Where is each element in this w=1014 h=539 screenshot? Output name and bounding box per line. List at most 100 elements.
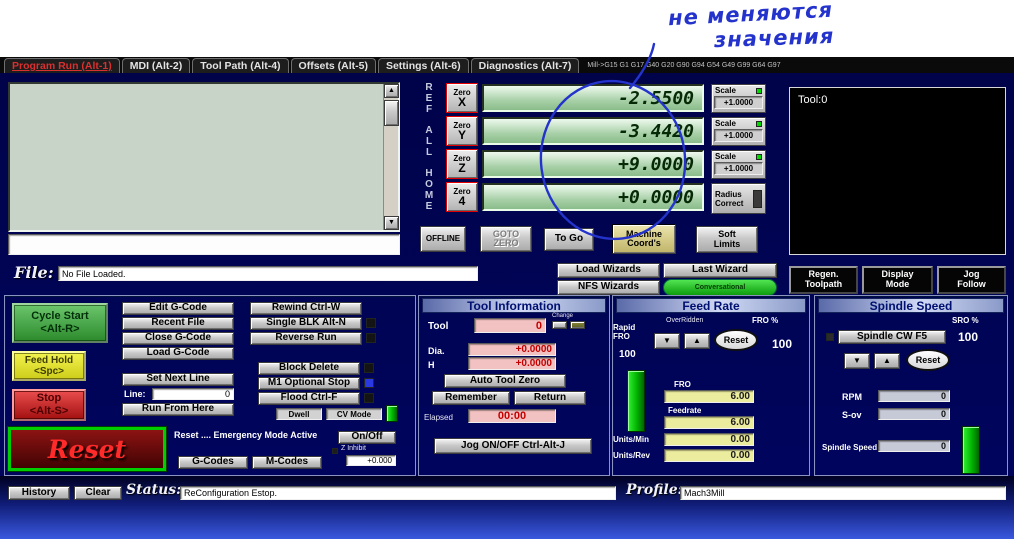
soft-limits-button[interactable]: Soft Limits bbox=[696, 226, 758, 253]
tool-h-field[interactable]: +0.0000 bbox=[468, 357, 556, 370]
scrollbar-thumb[interactable] bbox=[384, 100, 399, 126]
tool-number-field[interactable]: 0 bbox=[474, 318, 546, 333]
toolpath-display[interactable]: Tool:0 bbox=[789, 87, 1006, 255]
z-inhibit-value-field[interactable]: +0.000 bbox=[346, 455, 396, 466]
line-number-field[interactable]: 0 bbox=[152, 388, 234, 400]
dro-y-axis[interactable]: -3.4420 bbox=[482, 117, 704, 145]
run-from-here-button[interactable]: Run From Here bbox=[122, 403, 234, 416]
dro-4-axis[interactable]: +0.0000 bbox=[482, 183, 704, 211]
gcode-current-line-strip bbox=[8, 234, 400, 255]
scale-x-value[interactable]: +1.0000 bbox=[714, 96, 763, 109]
scroll-down-button[interactable]: ▼ bbox=[384, 216, 399, 230]
tool-dia-field[interactable]: +0.0000 bbox=[468, 343, 556, 356]
sro-increase-button[interactable]: ▲ bbox=[874, 353, 900, 369]
load-gcode-button[interactable]: Load G-Code bbox=[122, 347, 234, 360]
machine-coords-button[interactable]: Machine Coord's bbox=[612, 224, 676, 254]
scale-z-label: Scale bbox=[715, 152, 736, 161]
jog-on-off-button[interactable]: Jog ON/OFF Ctrl-Alt-J bbox=[434, 438, 592, 454]
zero-x-axis-letter: X bbox=[457, 95, 466, 109]
rpm-label: RPM bbox=[842, 392, 862, 402]
scroll-up-button[interactable]: ▲ bbox=[384, 84, 399, 98]
scale-z-box[interactable]: Scale +1.0000 bbox=[711, 150, 766, 179]
feed-hold-button[interactable]: Feed Hold <Spc> bbox=[12, 351, 86, 381]
radius-correct-led-icon bbox=[753, 189, 762, 208]
gcode-modes-readout: Mill->G15 G1 G17 G40 G20 G90 G94 G54 G49… bbox=[587, 62, 781, 69]
scale-y-value[interactable]: +1.0000 bbox=[714, 129, 763, 142]
zero-y-button[interactable]: Zero Y bbox=[446, 116, 478, 146]
flood-button[interactable]: Flood Ctrl-F bbox=[258, 392, 360, 405]
spindle-speed-field[interactable]: 0 bbox=[878, 440, 950, 452]
file-name-field: No File Loaded. bbox=[58, 266, 478, 281]
on-off-button[interactable]: On/Off bbox=[338, 431, 396, 444]
tab-mdi[interactable]: MDI (Alt-2) bbox=[121, 58, 191, 73]
overridden-label: OverRidden bbox=[666, 317, 704, 324]
tab-diagnostics[interactable]: Diagnostics (Alt-7) bbox=[470, 58, 580, 73]
fro-value-field[interactable]: 6.00 bbox=[664, 390, 754, 403]
history-button[interactable]: History bbox=[8, 486, 70, 500]
close-gcode-button[interactable]: Close G-Code bbox=[122, 332, 234, 345]
m1-optional-stop-button[interactable]: M1 Optional Stop bbox=[258, 377, 360, 390]
tool-change-down-button[interactable] bbox=[570, 321, 585, 329]
display-mode-button[interactable]: Display Mode bbox=[862, 266, 933, 294]
to-go-button[interactable]: To Go bbox=[544, 228, 594, 251]
tab-program-run[interactable]: Program Run (Alt-1) bbox=[4, 58, 120, 73]
fro-slider[interactable] bbox=[627, 370, 645, 432]
ref-all-home-button[interactable]: R E F A L L H O M E bbox=[421, 82, 437, 213]
sro-slider[interactable] bbox=[962, 426, 980, 474]
stop-button[interactable]: Stop <Alt-S> bbox=[12, 389, 86, 421]
tool-label: Tool bbox=[428, 321, 449, 332]
tool-h-label: H bbox=[428, 360, 435, 370]
scale-y-box[interactable]: Scale +1.0000 bbox=[711, 117, 766, 146]
reset-button[interactable]: Reset bbox=[7, 426, 167, 472]
feedrate-value-field[interactable]: 6.00 bbox=[664, 416, 754, 429]
zero-z-button[interactable]: Zero Z bbox=[446, 149, 478, 179]
rewind-button[interactable]: Rewind Ctrl-W bbox=[250, 302, 362, 315]
fro-reset-button[interactable]: Reset bbox=[714, 329, 758, 351]
last-wizard-button[interactable]: Last Wizard bbox=[663, 263, 777, 278]
tab-tool-path[interactable]: Tool Path (Alt-4) bbox=[192, 58, 289, 73]
clear-button[interactable]: Clear bbox=[74, 486, 122, 500]
radius-correct-button[interactable]: Radius Correct bbox=[711, 183, 766, 214]
auto-tool-zero-button[interactable]: Auto Tool Zero bbox=[444, 374, 566, 388]
gcode-list[interactable]: ▲ ▼ bbox=[8, 82, 400, 232]
gcode-scrollbar[interactable]: ▲ ▼ bbox=[383, 84, 399, 230]
goto-zero-button[interactable]: GOTO ZERO bbox=[480, 226, 532, 252]
set-next-line-button[interactable]: Set Next Line bbox=[122, 373, 234, 386]
sro-decrease-button[interactable]: ▼ bbox=[844, 353, 870, 369]
sro-reset-button[interactable]: Reset bbox=[906, 349, 950, 371]
tool-change-up-button[interactable] bbox=[552, 321, 567, 329]
scale-z-value[interactable]: +1.0000 bbox=[714, 162, 763, 175]
spindle-speed-label: Spindle Speed bbox=[822, 443, 878, 452]
m-codes-button[interactable]: M-Codes bbox=[252, 456, 322, 469]
scale-x-box[interactable]: Scale +1.0000 bbox=[711, 84, 766, 113]
units-min-label: Units/Min bbox=[613, 435, 649, 444]
edit-gcode-button[interactable]: Edit G-Code bbox=[122, 302, 234, 315]
offline-button[interactable]: OFFLINE bbox=[420, 226, 466, 252]
conversational-button[interactable]: Conversational bbox=[663, 279, 777, 296]
regen-toolpath-button[interactable]: Regen. Toolpath bbox=[789, 266, 858, 294]
zero-x-button[interactable]: Zero X bbox=[446, 83, 478, 113]
fro-increase-button[interactable]: ▲ bbox=[684, 333, 710, 349]
g-codes-button[interactable]: G-Codes bbox=[178, 456, 248, 469]
dwell-indicator: Dwell bbox=[276, 408, 322, 420]
dro-z-axis[interactable]: +9.0000 bbox=[482, 150, 704, 178]
cycle-start-button[interactable]: Cycle Start <Alt-R> bbox=[12, 303, 108, 343]
zero-4-button[interactable]: Zero 4 bbox=[446, 182, 478, 212]
single-blk-button[interactable]: Single BLK Alt-N bbox=[250, 317, 362, 330]
fro-decrease-button[interactable]: ▼ bbox=[654, 333, 680, 349]
tab-offsets[interactable]: Offsets (Alt-5) bbox=[290, 58, 376, 73]
reverse-run-button[interactable]: Reverse Run bbox=[250, 332, 362, 345]
sov-field[interactable]: 0 bbox=[878, 408, 950, 420]
dro-x-axis[interactable]: -2.5500 bbox=[482, 84, 704, 112]
spindle-cw-button[interactable]: Spindle CW F5 bbox=[838, 330, 946, 344]
return-button[interactable]: Return bbox=[514, 391, 586, 405]
nfs-wizards-button[interactable]: NFS Wizards bbox=[557, 280, 660, 295]
tab-settings[interactable]: Settings (Alt-6) bbox=[377, 58, 469, 73]
remember-button[interactable]: Remember bbox=[432, 391, 510, 405]
block-delete-button[interactable]: Block Delete bbox=[258, 362, 360, 375]
jog-follow-button[interactable]: Jog Follow bbox=[937, 266, 1006, 294]
single-blk-led-icon bbox=[366, 318, 376, 328]
load-wizards-button[interactable]: Load Wizards bbox=[557, 263, 660, 278]
reverse-run-led-icon bbox=[366, 333, 376, 343]
recent-file-button[interactable]: Recent File bbox=[122, 317, 234, 330]
